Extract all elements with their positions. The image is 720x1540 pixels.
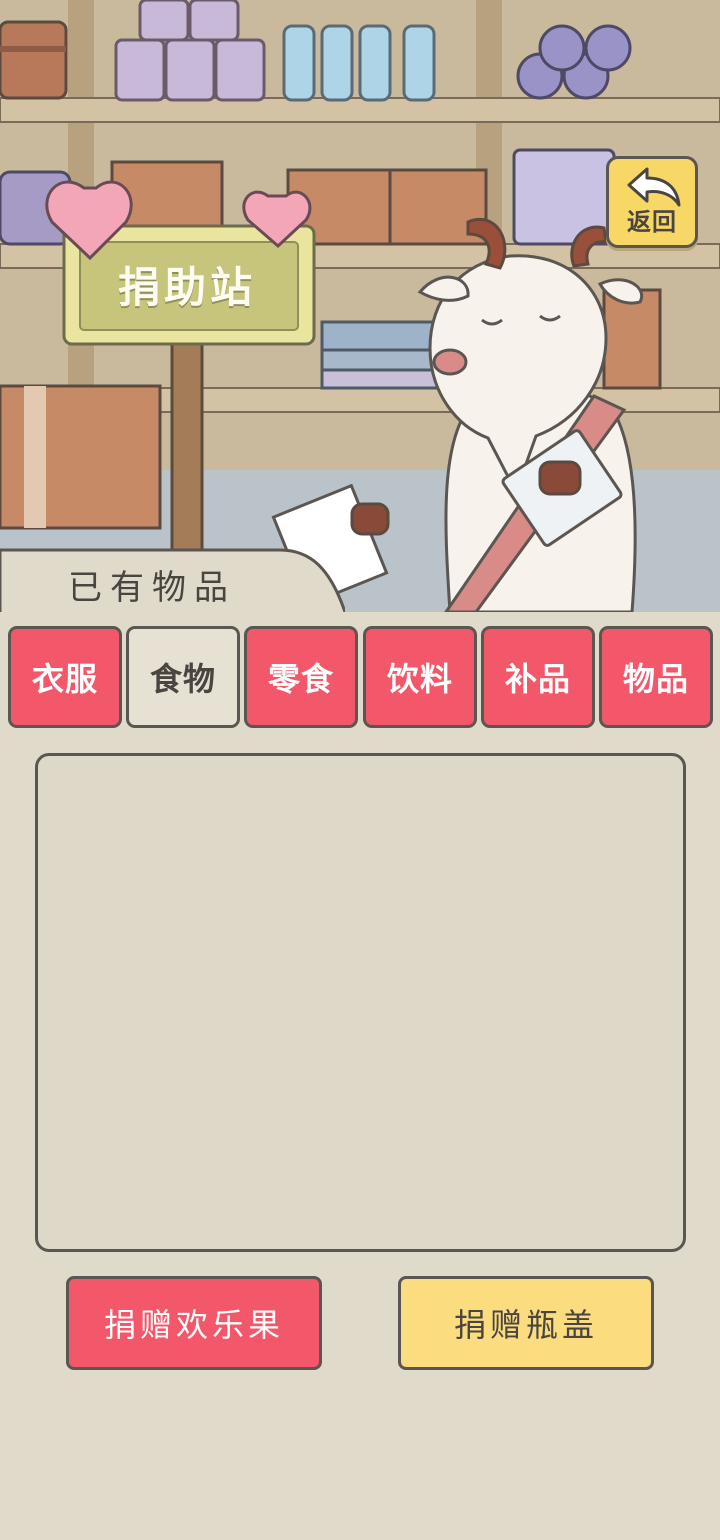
- tab-clothes[interactable]: 衣服: [8, 626, 122, 728]
- tab-items[interactable]: 物品: [599, 626, 713, 728]
- tab-drinks[interactable]: 饮料: [363, 626, 477, 728]
- tab-snacks[interactable]: 零食: [244, 626, 358, 728]
- tab-food[interactable]: 食物: [126, 626, 240, 728]
- donate-fruit-button[interactable]: 捐赠欢乐果: [66, 1276, 322, 1370]
- back-button-label: 返回: [627, 208, 677, 236]
- station-sign-title: 捐助站: [117, 263, 256, 312]
- item-list-area[interactable]: [35, 753, 686, 1252]
- return-arrow-icon: [627, 167, 681, 207]
- owned-items-label: 已有物品: [68, 568, 236, 608]
- donate-caps-button[interactable]: 捐赠瓶盖: [398, 1276, 654, 1370]
- tab-supplements[interactable]: 补品: [481, 626, 595, 728]
- back-button[interactable]: 返回: [606, 156, 698, 248]
- category-tabs: 衣服 食物 零食 饮料 补品 物品: [8, 626, 714, 730]
